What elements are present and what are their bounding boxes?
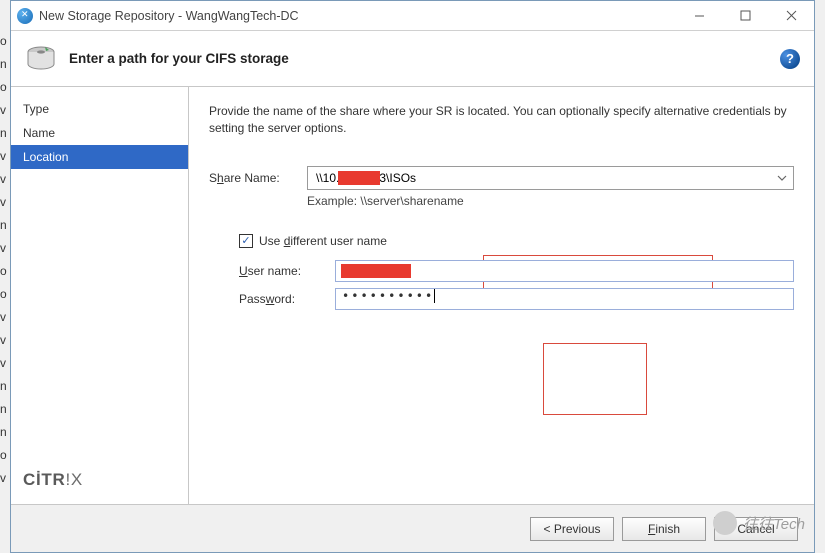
use-different-user-checkbox[interactable]: ✓ xyxy=(239,234,253,248)
maximize-button[interactable] xyxy=(722,2,768,30)
share-name-input[interactable] xyxy=(314,170,767,186)
dialog-window: New Storage Repository - WangWangTech-DC… xyxy=(10,0,815,553)
redaction-block xyxy=(338,171,380,185)
wizard-steps-sidebar: Type Name Location CİTR!X xyxy=(11,87,189,504)
password-label: Password: xyxy=(239,292,335,306)
help-icon[interactable]: ? xyxy=(780,49,800,69)
page-title: Enter a path for your CIFS storage xyxy=(69,51,289,66)
highlight-box-credentials xyxy=(543,343,647,415)
password-input[interactable]: •••••••••• xyxy=(335,288,794,310)
step-name[interactable]: Name xyxy=(11,121,188,145)
titlebar: New Storage Repository - WangWangTech-DC xyxy=(11,1,814,31)
finish-button[interactable]: Finish xyxy=(622,517,706,541)
wizard-footer: < Previous Finish Cancel xyxy=(11,504,814,552)
storage-icon xyxy=(25,43,57,75)
use-different-user-label: Use different user name xyxy=(259,234,387,248)
citrix-logo: CİTR!X xyxy=(11,470,188,504)
share-example-text: Example: \\server\sharename xyxy=(307,194,794,208)
window-controls xyxy=(676,2,814,30)
chevron-down-icon[interactable] xyxy=(777,172,787,186)
cancel-button[interactable]: Cancel xyxy=(714,517,798,541)
step-type[interactable]: Type xyxy=(11,97,188,121)
close-button[interactable] xyxy=(768,2,814,30)
intro-text: Provide the name of the share where your… xyxy=(209,103,794,138)
step-location[interactable]: Location xyxy=(11,145,188,169)
previous-button[interactable]: < Previous xyxy=(530,517,614,541)
wizard-header: Enter a path for your CIFS storage ? xyxy=(11,31,814,87)
share-name-label: Share Name: xyxy=(209,171,307,185)
app-icon xyxy=(17,8,33,24)
artifact-left-edge: onovnvvvnvoovvvnnnov xyxy=(0,30,10,490)
window-title: New Storage Repository - WangWangTech-DC xyxy=(39,9,299,23)
share-name-combobox[interactable] xyxy=(307,166,794,190)
redaction-block xyxy=(341,264,411,278)
minimize-button[interactable] xyxy=(676,2,722,30)
username-label: User name: xyxy=(239,264,335,278)
content-area: Provide the name of the share where your… xyxy=(189,87,814,504)
username-input[interactable] xyxy=(335,260,794,282)
